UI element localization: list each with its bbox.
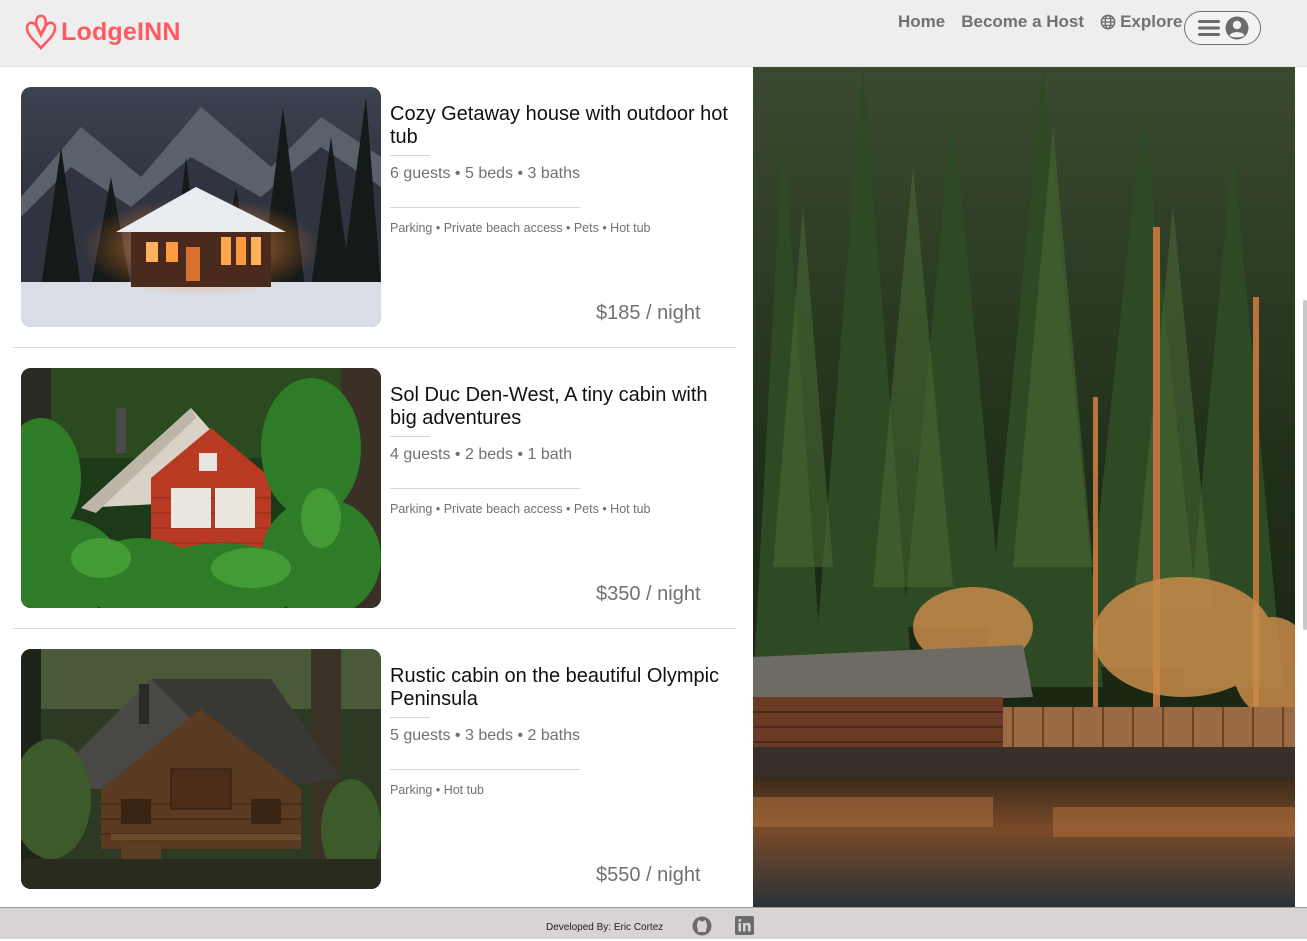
linkedin-icon[interactable] [735, 916, 754, 940]
listing-photo-snow-cabin[interactable] [21, 87, 381, 327]
footer: Developed By: Eric Cortez [0, 907, 1307, 939]
divider [390, 769, 580, 770]
listing-price: $350 / night [596, 583, 701, 605]
divider [390, 717, 430, 718]
listing-amenities: Parking • Private beach access • Pets • … [390, 502, 651, 516]
listing-card[interactable]: Cozy Getaway house with outdoor hot tub … [13, 67, 736, 348]
listing-card[interactable]: Rustic cabin on the beautiful Olympic Pe… [13, 629, 736, 910]
brand-name: LodgeINN [61, 17, 181, 46]
listing-amenities: Parking • Hot tub [390, 783, 485, 797]
hamburger-icon [1197, 20, 1220, 36]
airbnb-logo-icon [25, 14, 57, 50]
listing-specs: 4 guests • 2 beds • 1 bath [390, 446, 572, 463]
divider [390, 155, 430, 156]
red-cabin-image [21, 368, 381, 608]
listing-info: Sol Duc Den-West, A tiny cabin with big … [390, 384, 735, 516]
listing-price: $550 / night [596, 864, 701, 886]
nav-explore-label: Explore [1120, 12, 1183, 31]
hero-image [753, 67, 1295, 907]
user-circle-icon [1225, 16, 1248, 40]
divider [390, 488, 580, 489]
page-scrollbar[interactable] [1303, 300, 1307, 630]
snow-cabin-image [21, 87, 381, 327]
listing-title[interactable]: Sol Duc Den-West, A tiny cabin with big … [390, 384, 735, 430]
listing-price: $185 / night [596, 302, 701, 324]
listing-photo-red-cabin[interactable] [21, 368, 381, 608]
listing-title[interactable]: Cozy Getaway house with outdoor hot tub [390, 103, 735, 149]
nav-explore-link[interactable]: Explore [1100, 12, 1182, 32]
top-navbar: LodgeINN Home Become a Host Explore [0, 0, 1307, 67]
nav-become-host-link[interactable]: Become a Host [961, 12, 1084, 32]
divider [390, 436, 430, 437]
footer-credit: Developed By: Eric Cortez [546, 922, 664, 933]
listing-card[interactable]: Sol Duc Den-West, A tiny cabin with big … [13, 348, 736, 629]
user-menu-button[interactable] [1184, 11, 1261, 45]
nav-links: Home Become a Host Explore [898, 12, 1182, 32]
listing-photo-rustic-cabin[interactable] [21, 649, 381, 889]
listing-info: Cozy Getaway house with outdoor hot tub … [390, 103, 735, 235]
listing-list: Cozy Getaway house with outdoor hot tub … [13, 67, 736, 910]
listing-specs: 5 guests • 3 beds • 2 baths [390, 727, 580, 744]
brand-logo[interactable]: LodgeINN [24, 13, 181, 51]
rustic-cabin-image [21, 649, 381, 889]
github-icon[interactable] [692, 916, 712, 941]
globe-icon [1100, 14, 1116, 30]
listing-specs: 6 guests • 5 beds • 3 baths [390, 165, 580, 182]
listing-amenities: Parking • Private beach access • Pets • … [390, 221, 651, 235]
listing-title[interactable]: Rustic cabin on the beautiful Olympic Pe… [390, 665, 735, 711]
listing-info: Rustic cabin on the beautiful Olympic Pe… [390, 665, 735, 797]
divider [390, 207, 580, 208]
nav-home-link[interactable]: Home [898, 12, 945, 32]
